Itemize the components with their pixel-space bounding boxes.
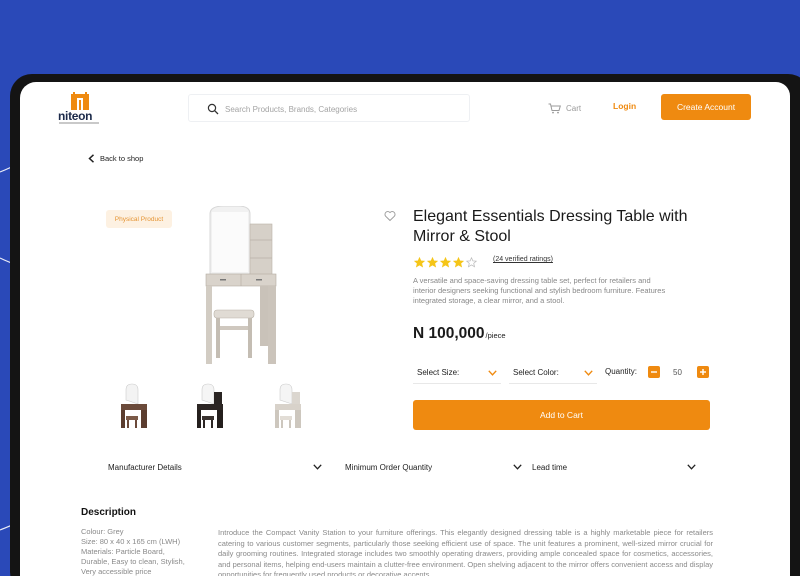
color-select[interactable]: Select Color: <box>509 362 597 384</box>
spec-line: Colour: Grey <box>81 527 124 536</box>
cart-label: Cart <box>566 103 582 113</box>
product-thumbnail[interactable] <box>260 380 316 434</box>
price-value: N 100,000 <box>413 325 485 342</box>
quantity-increase-button[interactable] <box>697 366 709 378</box>
logo-text: niteon <box>58 109 93 123</box>
product-thumbnail[interactable] <box>106 380 162 434</box>
product-long-description: Introduce the Compact Vanity Station to … <box>218 528 713 576</box>
spec-line: Very accessible price <box>81 567 152 576</box>
back-to-shop-link[interactable]: Back to shop <box>88 154 143 163</box>
star-icon <box>466 257 477 268</box>
rating-stars <box>414 257 477 268</box>
product-short-description: A versatile and space-saving dressing ta… <box>413 276 666 305</box>
product-price: N 100,000 /piece <box>413 325 506 343</box>
search-icon <box>207 103 219 115</box>
cart-link[interactable]: Cart <box>548 101 581 115</box>
accordion-label: Minimum Order Quantity <box>345 462 433 472</box>
page-screen: niteon Cart Login Create Account Back to… <box>20 82 790 576</box>
quantity-decrease-button[interactable] <box>648 366 660 378</box>
brand-logo[interactable]: niteon <box>56 92 106 126</box>
quantity-value[interactable]: 50 <box>673 368 682 377</box>
product-specs: Colour: Grey Size: 80 x 40 x 165 cm (LWH… <box>81 527 206 576</box>
product-title: Elegant Essentials Dressing Table with M… <box>413 208 688 245</box>
accordion-label: Manufacturer Details <box>108 462 182 472</box>
product-type-badge: Physical Product <box>106 210 172 228</box>
logo-mark-icon <box>71 92 89 110</box>
heart-icon[interactable] <box>384 210 396 222</box>
size-select-label: Select Size: <box>417 368 460 377</box>
search-bar[interactable] <box>188 94 470 122</box>
minus-icon <box>651 371 657 373</box>
spec-line: Materials: Particle Board, <box>81 547 165 556</box>
accordion-lead-time[interactable]: Lead time <box>532 460 696 474</box>
accordion-label: Lead time <box>532 462 568 472</box>
price-unit: /piece <box>485 331 506 340</box>
spec-line: Size: 80 x 40 x 165 cm (LWH) <box>81 537 181 546</box>
ratings-count-link[interactable]: (24 verified ratings) <box>493 256 553 263</box>
chevron-down-icon <box>488 369 497 376</box>
description-heading: Description <box>81 507 137 518</box>
chevron-down-icon <box>584 369 593 376</box>
back-label: Back to shop <box>100 154 144 163</box>
login-link[interactable]: Login <box>613 101 636 111</box>
arrow-left-icon <box>88 154 95 163</box>
star-icon <box>414 257 425 268</box>
star-icon <box>453 257 464 268</box>
size-select[interactable]: Select Size: <box>413 362 501 384</box>
chevron-down-icon <box>513 464 522 470</box>
cart-icon <box>548 103 561 113</box>
color-select-label: Select Color: <box>513 368 559 377</box>
chevron-down-icon <box>313 464 322 470</box>
create-account-button[interactable]: Create Account <box>661 94 751 120</box>
quantity-label: Quantity: <box>605 367 638 376</box>
search-input[interactable] <box>225 101 455 117</box>
product-main-image[interactable] <box>202 206 278 366</box>
star-icon <box>440 257 451 268</box>
star-icon <box>427 257 438 268</box>
plus-icon <box>700 369 706 375</box>
spec-line: Durable, Easy to clean, Stylish, <box>81 557 185 566</box>
add-to-cart-button[interactable]: Add to Cart <box>413 400 710 430</box>
logo-underline <box>59 122 99 124</box>
accordion-manufacturer-details[interactable]: Manufacturer Details <box>108 460 322 474</box>
product-thumbnail[interactable] <box>182 380 238 434</box>
chevron-down-icon <box>687 464 696 470</box>
accordion-minimum-order-quantity[interactable]: Minimum Order Quantity <box>345 460 522 474</box>
